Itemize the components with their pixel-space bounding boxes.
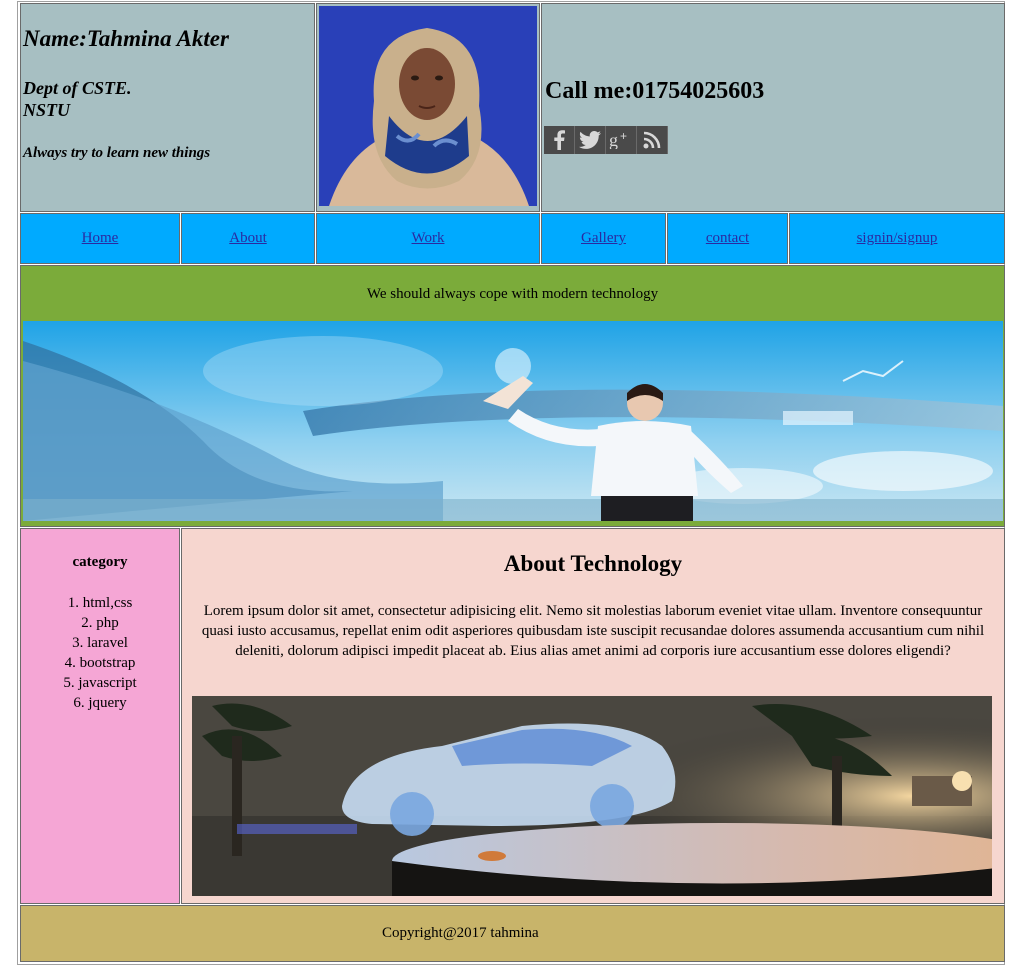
nav-item-signin: signin/signup (789, 213, 1005, 264)
phone-number: Call me:01754025603 (545, 78, 765, 104)
facebook-icon[interactable] (544, 126, 575, 154)
rss-icon[interactable] (637, 126, 668, 154)
main-content: About Technology Lorem ipsum dolor sit a… (181, 528, 1005, 904)
profile-name: Name:Tahmina Akter (23, 26, 229, 51)
category-title: category (72, 554, 128, 570)
university-line: NSTU (23, 100, 71, 120)
category-sidebar: category 1. html,css 2. php 3. laravel 4… (20, 528, 180, 904)
main-paragraph: Lorem ipsum dolor sit amet, consectetur … (201, 603, 985, 659)
category-item: 3. laravel (72, 635, 128, 651)
profile-department: Dept of CSTE. NSTU (23, 77, 132, 121)
profile-motto: Always try to learn new things (23, 145, 211, 161)
svg-text:g: g (609, 131, 618, 149)
social-links: g + (544, 126, 668, 154)
department-line: Dept of CSTE. (23, 78, 132, 98)
category-item: 6. jquery (73, 695, 127, 711)
category-item: 2. php (81, 615, 119, 631)
main-title: About Technology (503, 551, 683, 576)
google-plus-icon[interactable]: g + (606, 126, 637, 154)
nav-item-work: Work (316, 213, 540, 264)
nav-item-gallery: Gallery (541, 213, 666, 264)
nav-link-home[interactable]: Home (82, 230, 119, 247)
banner: We should always cope with modern techno… (20, 265, 1005, 527)
footer: Copyright@2017 tahmina (20, 905, 1005, 962)
category-item: 1. html,css (67, 595, 133, 611)
nav-link-about[interactable]: About (229, 230, 267, 247)
profile-photo-cell (316, 3, 540, 212)
contact-cell: Call me:01754025603 g + (541, 3, 1005, 212)
nav-item-contact: contact (667, 213, 788, 264)
copyright-text: Copyright@2017 tahmina (382, 925, 539, 941)
banner-tagline: We should always cope with modern techno… (366, 286, 659, 302)
nav-link-work[interactable]: Work (412, 230, 445, 247)
profile-info: Name:Tahmina Akter Dept of CSTE. NSTU Al… (20, 3, 315, 212)
twitter-icon[interactable] (575, 126, 606, 154)
nav-link-gallery[interactable]: Gallery (581, 230, 626, 247)
category-item: 5. javascript (63, 675, 137, 691)
profile-photo (319, 6, 537, 206)
hologram-car-image (192, 696, 992, 896)
nav-link-signin-signup[interactable]: signin/signup (857, 230, 938, 247)
nav-item-about: About (181, 213, 315, 264)
nav-item-home: Home (20, 213, 180, 264)
category-item: 4. bootstrap (64, 655, 136, 671)
nav-link-contact[interactable]: contact (706, 230, 749, 247)
banner-image (23, 321, 1003, 521)
svg-text:+: + (620, 131, 627, 143)
category-list: 1. html,css 2. php 3. laravel 4. bootstr… (21, 593, 179, 713)
